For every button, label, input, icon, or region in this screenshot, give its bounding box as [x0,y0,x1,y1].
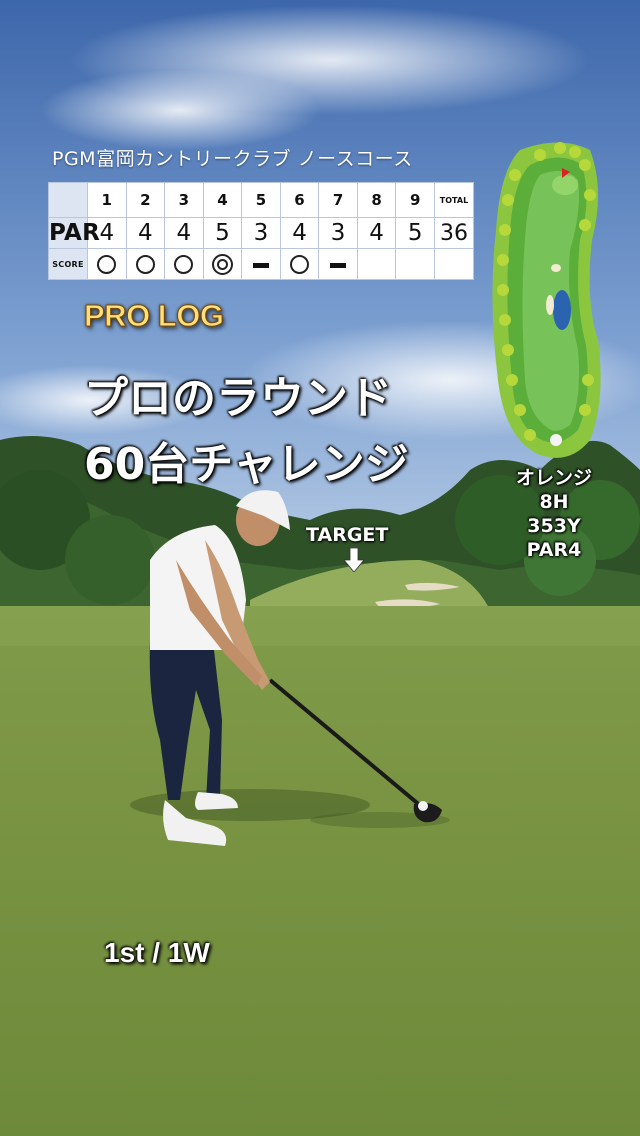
dash-icon [330,262,347,268]
headline-line-1: プロのラウンド [84,373,392,424]
hole-number: 1 [87,182,127,218]
score-cell [87,248,127,280]
scorecard-score-row: SCORE [48,248,474,280]
score-total [434,248,474,280]
hole-number: 8 [356,182,397,218]
hole-par: PAR4 [526,539,582,561]
total-header: TOTAL [434,182,474,218]
hole-number: 9 [395,182,435,218]
hole-course-name: オレンジ [515,467,592,489]
hole-yardage: 353Y [527,515,581,537]
hole-info: オレンジ 8H 353Y PAR4 [496,466,612,562]
hole-number-label: 8H [539,491,569,513]
score-cell [279,248,320,280]
course-name: PGM富岡カントリークラブ ノースコース [52,148,413,170]
par-value: 5 [202,217,243,249]
score-cell [241,248,281,280]
hole-number: 4 [202,182,243,218]
par-value: 4 [125,217,166,249]
par-value: 4 [279,217,320,249]
dash-icon [252,262,269,268]
par-label: PAR [48,217,100,249]
hole-number: 7 [318,182,358,218]
par-total: 36 [434,217,474,249]
score-cell [125,248,166,280]
par-value: 4 [356,217,397,249]
pro-log-logo: PRO LOG [83,298,224,334]
circle-icon [97,255,117,274]
score-cell [164,248,204,280]
par-value: 5 [395,217,435,249]
headline-line-2: 60台チャレンジ [84,439,409,490]
par-value: 3 [318,217,358,249]
scorecard-hole-row: 1 2 3 4 5 6 7 8 9 TOTAL [48,182,474,218]
score-cell [356,248,397,280]
circle-icon [174,255,194,274]
hole-number: 3 [164,182,204,218]
shot-label: 1st / 1W [104,937,210,968]
arrow-down-icon [344,548,364,572]
hole-number: 5 [241,182,281,218]
score-cell [395,248,435,280]
scorecard-par-row: PAR 4 4 4 5 3 4 3 4 5 36 [48,217,474,249]
hole-number: 6 [279,182,320,218]
score-cell [202,248,243,280]
par-value: 3 [241,217,281,249]
par-value: 4 [164,217,204,249]
circle-icon [135,255,155,274]
scorecard-corner [48,182,88,218]
circle-icon [290,255,309,274]
target-label: TARGET [306,524,389,546]
scorecard: 1 2 3 4 5 6 7 8 9 TOTAL PAR 4 4 4 5 3 4 … [48,182,474,280]
double-circle-icon [211,253,233,275]
hole-map-icon [492,142,601,458]
score-cell [318,248,358,280]
score-label: SCORE [48,248,88,280]
hole-number: 2 [125,182,166,218]
